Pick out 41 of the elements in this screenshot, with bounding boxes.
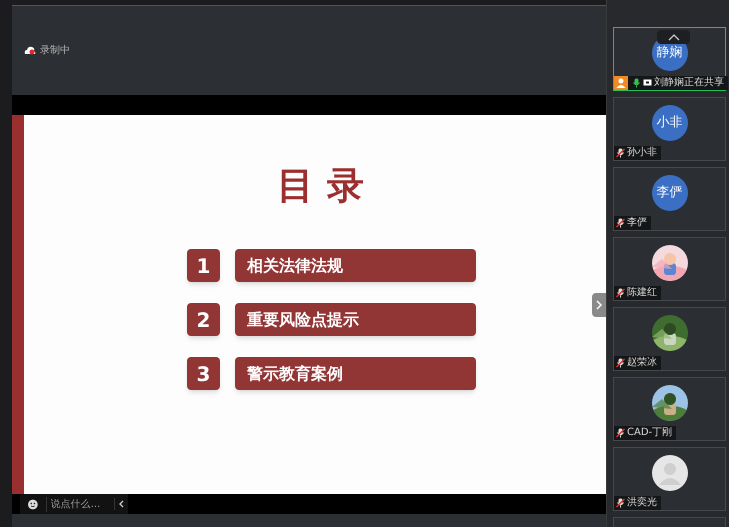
- muted-microphone-icon: [616, 358, 625, 368]
- microphone-icon: [632, 78, 641, 88]
- participant-name: 李俨: [627, 218, 647, 228]
- item-number: 2: [187, 303, 220, 336]
- recording-label: 录制中: [40, 44, 70, 58]
- item-number: 3: [187, 357, 220, 390]
- muted-microphone-icon: [616, 218, 625, 228]
- scroll-up-button[interactable]: [657, 30, 690, 44]
- recording-cloud-icon: [24, 46, 36, 55]
- participant-name: CAD-丁刚: [627, 428, 672, 438]
- chevron-left-icon: [118, 500, 124, 508]
- participant-name: 刘静娴正在共享: [654, 78, 724, 88]
- participant-name: 洪奕光: [627, 498, 657, 508]
- expand-panel-button[interactable]: [592, 293, 606, 317]
- muted-microphone-icon: [616, 428, 625, 438]
- chat-field[interactable]: 说点什么...: [20, 494, 128, 514]
- muted-microphone-icon: [616, 288, 625, 298]
- avatar: 小非: [652, 105, 688, 141]
- participant-name: 孙小非: [627, 148, 657, 158]
- chevron-right-icon: [596, 300, 602, 310]
- participant-tile[interactable]: CAD-丁刚: [613, 377, 726, 441]
- participant-tile[interactable]: 静娴 刘静娴正在共享: [613, 27, 726, 91]
- participant-tile[interactable]: 赵荣冰: [613, 307, 726, 371]
- participant-tile[interactable]: 陈建红: [613, 237, 726, 301]
- item-label: 相关法律法规: [235, 249, 476, 282]
- screen-icon: [643, 79, 652, 87]
- avatar: 李俨: [652, 175, 688, 211]
- participant-tile[interactable]: 小非 孙小非: [613, 97, 726, 161]
- emoji-icon[interactable]: [28, 498, 38, 510]
- slide-title: 目 录: [277, 167, 365, 204]
- item-label: 重要风险点提示: [235, 303, 476, 336]
- default-avatar-icon: [652, 455, 688, 491]
- participant-name: 陈建红: [627, 288, 657, 298]
- muted-microphone-icon: [616, 498, 625, 508]
- participant-name: 赵荣冰: [627, 358, 657, 368]
- item-label: 警示教育案例: [235, 357, 476, 390]
- muted-microphone-icon: [616, 148, 625, 158]
- participant-tile[interactable]: 李俨 李俨: [613, 167, 726, 231]
- item-number: 1: [187, 249, 220, 282]
- chevron-up-icon: [668, 34, 680, 40]
- participant-tile[interactable]: 洪奕光: [613, 447, 726, 511]
